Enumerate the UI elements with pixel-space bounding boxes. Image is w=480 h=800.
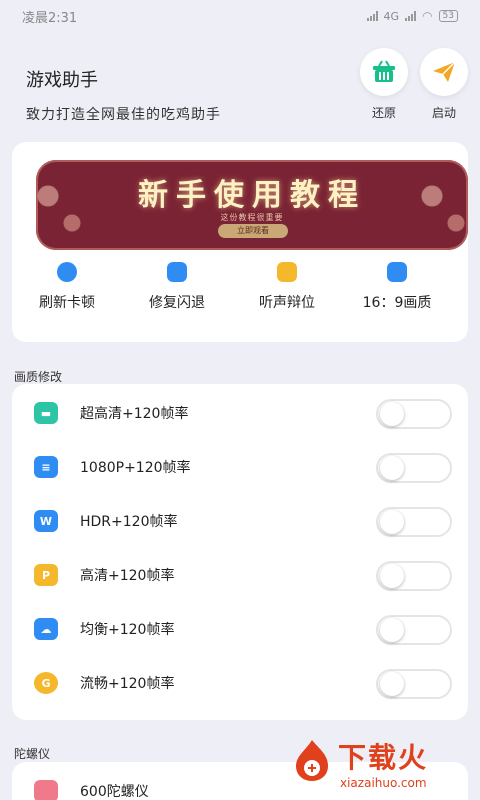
- ratio-icon: [387, 262, 407, 282]
- basket-icon: [360, 48, 408, 96]
- quick-actions: 刷新卡顿 修复闪退 听声辩位 16：9画质: [12, 262, 452, 312]
- quality-label: 超高清+120帧率: [80, 406, 189, 422]
- quick-action-label: 听声辩位: [259, 295, 315, 311]
- restore-label: 还原: [371, 106, 396, 120]
- ppt-icon: P: [34, 564, 58, 586]
- status-bar: 凌晨2:31 4G ◠ 53: [0, 0, 480, 32]
- wifi-icon: ◠: [422, 9, 433, 23]
- quality-toggle[interactable]: [376, 669, 452, 699]
- quick-action-label: 修复闪退: [149, 295, 205, 311]
- quality-label: 流畅+120帧率: [80, 676, 175, 692]
- quality-row-hdr: W HDR+120帧率: [12, 494, 468, 548]
- gamepad-icon: [34, 780, 58, 800]
- status-icons: 4G ◠ 53: [366, 9, 458, 23]
- toggle-knob: [380, 672, 404, 696]
- quality-label: 高清+120帧率: [80, 568, 175, 584]
- toggle-knob: [380, 456, 404, 480]
- battery-icon: 53: [438, 10, 458, 22]
- banner-title: 新手使用教程: [138, 178, 366, 213]
- quick-action-label: 16：9画质: [362, 295, 432, 311]
- flame-logo-icon: [296, 740, 328, 781]
- banner-watch-button[interactable]: 立即观看: [218, 224, 288, 238]
- quality-toggle[interactable]: [376, 507, 452, 537]
- quick-action-ratio[interactable]: 16：9画质: [342, 262, 452, 312]
- toggle-knob: [380, 510, 404, 534]
- app-subtitle: 致力打造全网最佳的吃鸡助手: [26, 107, 221, 123]
- launch-button[interactable]: 启动: [418, 48, 470, 121]
- launch-label: 启动: [431, 106, 456, 120]
- quality-section-title: 画质修改: [14, 370, 63, 384]
- quality-label: 1080P+120帧率: [80, 460, 191, 476]
- word-icon: W: [34, 510, 58, 532]
- gyro-section-title: 陀螺仪: [14, 747, 51, 761]
- quality-row-balanced: ☁ 均衡+120帧率: [12, 602, 468, 656]
- quick-action-sound[interactable]: 听声辩位: [232, 262, 342, 312]
- quick-action-label: 刷新卡顿: [39, 295, 95, 311]
- fix-icon: [167, 262, 187, 282]
- ultra-hd-icon: ▬: [34, 402, 58, 424]
- watermark-text: 下载火: [338, 741, 429, 774]
- tutorial-banner[interactable]: 新手使用教程 这份教程很重要 立即观看: [36, 160, 468, 250]
- app-title: 游戏助手: [26, 70, 98, 91]
- quality-toggle[interactable]: [376, 615, 452, 645]
- banner-subtitle: 这份教程很重要: [220, 213, 284, 222]
- network-label: 4G: [383, 9, 400, 23]
- quality-row-hd: P 高清+120帧率: [12, 548, 468, 602]
- quick-action-fix-crash[interactable]: 修复闪退: [122, 262, 232, 312]
- status-time: 凌晨2:31: [22, 10, 78, 26]
- quality-row-1080p: ≡ 1080P+120帧率: [12, 440, 468, 494]
- quality-card: ▬ 超高清+120帧率 ≡ 1080P+120帧率 W HDR+120帧率 P …: [12, 384, 468, 720]
- toggle-knob: [380, 564, 404, 588]
- watermark: 下载火 xiazaihuo.com: [280, 730, 480, 800]
- tools-card: 新手使用教程 这份教程很重要 立即观看 刷新卡顿 修复闪退 听声辩位 16：9画…: [12, 142, 468, 342]
- paper-plane-icon: [420, 48, 468, 96]
- toggle-knob: [380, 402, 404, 426]
- sound-icon: [277, 262, 297, 282]
- restore-button[interactable]: 还原: [358, 48, 410, 121]
- quality-row-smooth: G 流畅+120帧率: [12, 656, 468, 710]
- header: 游戏助手 致力打造全网最佳的吃鸡助手 还原 启动: [0, 40, 480, 135]
- gyro-label: 600陀螺仪: [80, 784, 149, 800]
- layers-icon: ≡: [34, 456, 58, 478]
- quality-label: HDR+120帧率: [80, 514, 178, 530]
- watermark-url: xiazaihuo.com: [340, 776, 427, 790]
- quick-action-refresh[interactable]: 刷新卡顿: [12, 262, 122, 312]
- signal-icon-2: [405, 11, 417, 21]
- cloud-icon: ☁: [34, 618, 58, 640]
- refresh-icon: [57, 262, 77, 282]
- quality-toggle[interactable]: [376, 561, 452, 591]
- quality-toggle[interactable]: [376, 399, 452, 429]
- quality-label: 均衡+120帧率: [80, 622, 175, 638]
- toggle-knob: [380, 618, 404, 642]
- signal-icon: [366, 11, 378, 21]
- quality-row-ultra-hd: ▬ 超高清+120帧率: [12, 386, 468, 440]
- quality-toggle[interactable]: [376, 453, 452, 483]
- g-icon: G: [34, 672, 58, 694]
